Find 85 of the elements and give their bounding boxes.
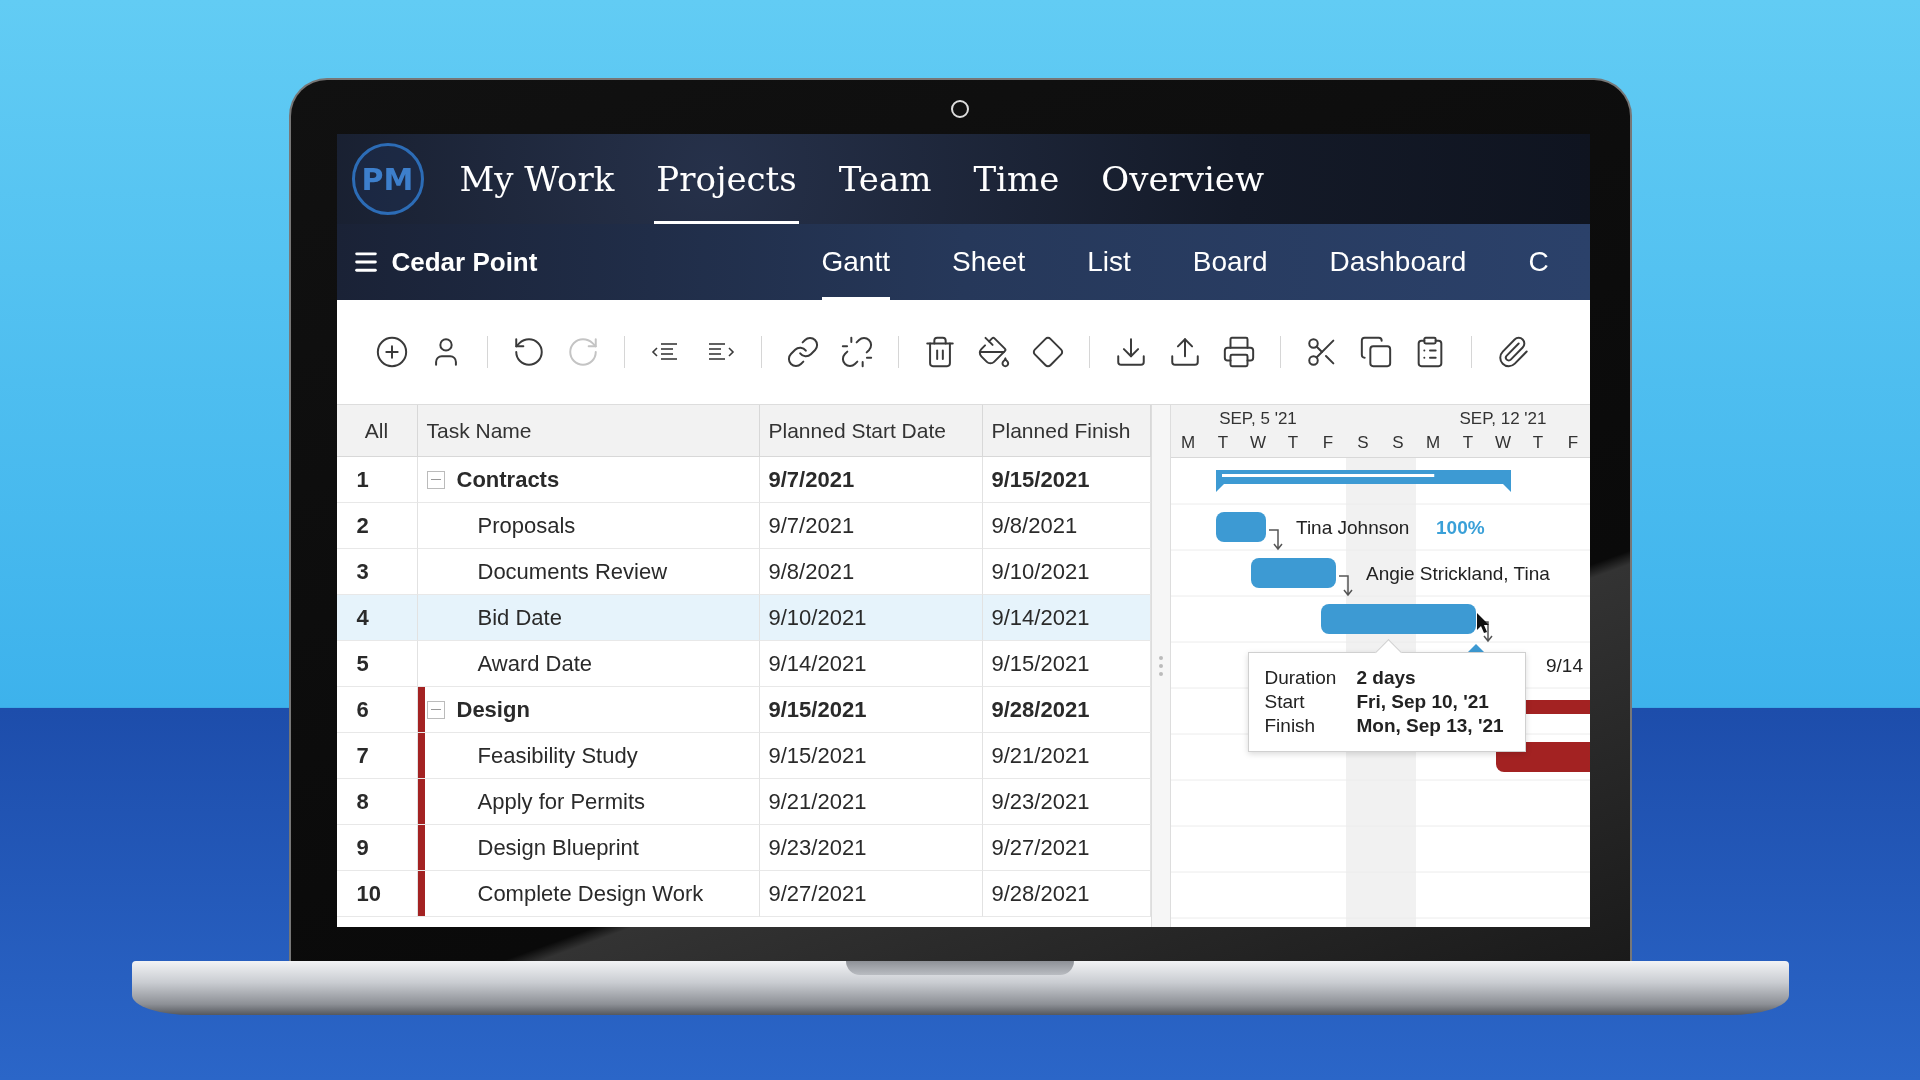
table-cell: 9/15/2021 bbox=[759, 733, 983, 779]
task-name: Design bbox=[456, 696, 530, 723]
task-name: Complete Design Work bbox=[477, 880, 704, 907]
table-cell: 9/8/2021 bbox=[982, 503, 1151, 549]
day-label: M bbox=[1179, 432, 1197, 454]
day-label: T bbox=[1216, 432, 1230, 454]
day-label: F bbox=[1321, 432, 1335, 454]
week-label: SEP, 5 '21 bbox=[1218, 408, 1298, 429]
collapse-toggle[interactable] bbox=[426, 470, 445, 489]
table-cell: 9/10/2021 bbox=[982, 549, 1151, 595]
table-cell: 9/27/2021 bbox=[759, 871, 983, 917]
row-number: 7 bbox=[336, 733, 418, 779]
bar-label: 9/14 bbox=[1545, 655, 1583, 676]
view-tab[interactable]: List bbox=[1087, 224, 1131, 300]
task-name: Feasibility Study bbox=[477, 742, 638, 769]
row-number: 2 bbox=[336, 503, 418, 549]
nav-tab[interactable]: Time bbox=[971, 134, 1062, 224]
camera-icon bbox=[951, 100, 969, 118]
table-cell: 9/15/2021 bbox=[759, 687, 983, 733]
tooltip-value: 2 days bbox=[1356, 667, 1417, 689]
nav-tab[interactable]: Overview bbox=[1099, 134, 1267, 224]
table-cell: 9/14/2021 bbox=[982, 595, 1151, 641]
day-label: F bbox=[1566, 432, 1580, 454]
mouse-cursor-icon bbox=[1476, 613, 1489, 633]
task-name: Apply for Permits bbox=[477, 788, 645, 815]
table-cell: 9/23/2021 bbox=[982, 779, 1151, 825]
view-tab[interactable]: Sheet bbox=[952, 224, 1026, 300]
nav-tab[interactable]: Team bbox=[836, 134, 934, 224]
task-name: Contracts bbox=[456, 466, 560, 493]
column-header[interactable]: All bbox=[336, 405, 418, 457]
column-header[interactable]: Planned Finish bbox=[982, 405, 1151, 457]
bar-label: Angie Strickland, Tina bbox=[1365, 563, 1550, 584]
row-number: 5 bbox=[336, 641, 418, 687]
table-cell: 9/28/2021 bbox=[982, 687, 1151, 733]
bar-label: Tina Johnson bbox=[1295, 517, 1409, 538]
row-number: 3 bbox=[336, 549, 418, 595]
day-label: T bbox=[1531, 432, 1545, 454]
day-label: M bbox=[1424, 432, 1442, 454]
table-cell: 9/7/2021 bbox=[759, 457, 983, 503]
table-cell: 9/15/2021 bbox=[982, 641, 1151, 687]
splitter-handle[interactable] bbox=[1150, 405, 1171, 927]
table-cell: 9/28/2021 bbox=[982, 871, 1151, 917]
tooltip-label: Finish bbox=[1264, 715, 1317, 737]
project-title: Cedar Point bbox=[391, 246, 538, 278]
column-header[interactable]: Planned Start Date bbox=[759, 405, 983, 457]
table-cell: 9/21/2021 bbox=[759, 779, 983, 825]
row-number: 10 bbox=[336, 871, 418, 917]
task-name: Documents Review bbox=[477, 558, 667, 585]
row-number: 4 bbox=[336, 595, 418, 641]
day-label: T bbox=[1461, 432, 1475, 454]
collapse-toggle[interactable] bbox=[426, 700, 445, 719]
week-label: SEP, 12 '21 bbox=[1458, 408, 1548, 429]
table-cell: 9/21/2021 bbox=[982, 733, 1151, 779]
table-cell: 9/7/2021 bbox=[759, 503, 983, 549]
logo: PM bbox=[351, 143, 424, 215]
view-tab[interactable]: Board bbox=[1192, 224, 1268, 300]
task-name: Award Date bbox=[477, 650, 593, 677]
view-tab[interactable]: Gantt bbox=[821, 224, 890, 300]
table-cell: 9/27/2021 bbox=[982, 825, 1151, 871]
row-number: 8 bbox=[336, 779, 418, 825]
day-label: W bbox=[1493, 432, 1512, 454]
day-label: T bbox=[1286, 432, 1300, 454]
table-cell: 9/15/2021 bbox=[982, 457, 1151, 503]
table-cell: 9/14/2021 bbox=[759, 641, 983, 687]
table-cell: 9/10/2021 bbox=[759, 595, 983, 641]
tooltip-label: Duration bbox=[1264, 667, 1338, 689]
row-number: 9 bbox=[336, 825, 418, 871]
column-header[interactable]: Task Name bbox=[417, 405, 760, 457]
table-cell: 9/8/2021 bbox=[759, 549, 983, 595]
view-tab[interactable]: Dashboard bbox=[1329, 224, 1467, 300]
day-label: S bbox=[1391, 432, 1405, 454]
nav-tab[interactable]: My Work bbox=[457, 134, 617, 224]
tooltip-label: Start bbox=[1264, 691, 1306, 713]
tooltip-value: Fri, Sep 10, '21 bbox=[1356, 691, 1490, 713]
task-name: Bid Date bbox=[477, 604, 562, 631]
row-number: 1 bbox=[336, 457, 418, 503]
day-label: S bbox=[1356, 432, 1370, 454]
table-cell: 9/23/2021 bbox=[759, 825, 983, 871]
task-name: Proposals bbox=[477, 512, 576, 539]
tooltip-value: Mon, Sep 13, '21 bbox=[1356, 715, 1505, 737]
task-name: Design Blueprint bbox=[477, 834, 639, 861]
row-number: 6 bbox=[336, 687, 418, 733]
day-label: W bbox=[1248, 432, 1267, 454]
view-tab[interactable]: C bbox=[1528, 224, 1549, 300]
percent-label: 100% bbox=[1435, 517, 1485, 538]
